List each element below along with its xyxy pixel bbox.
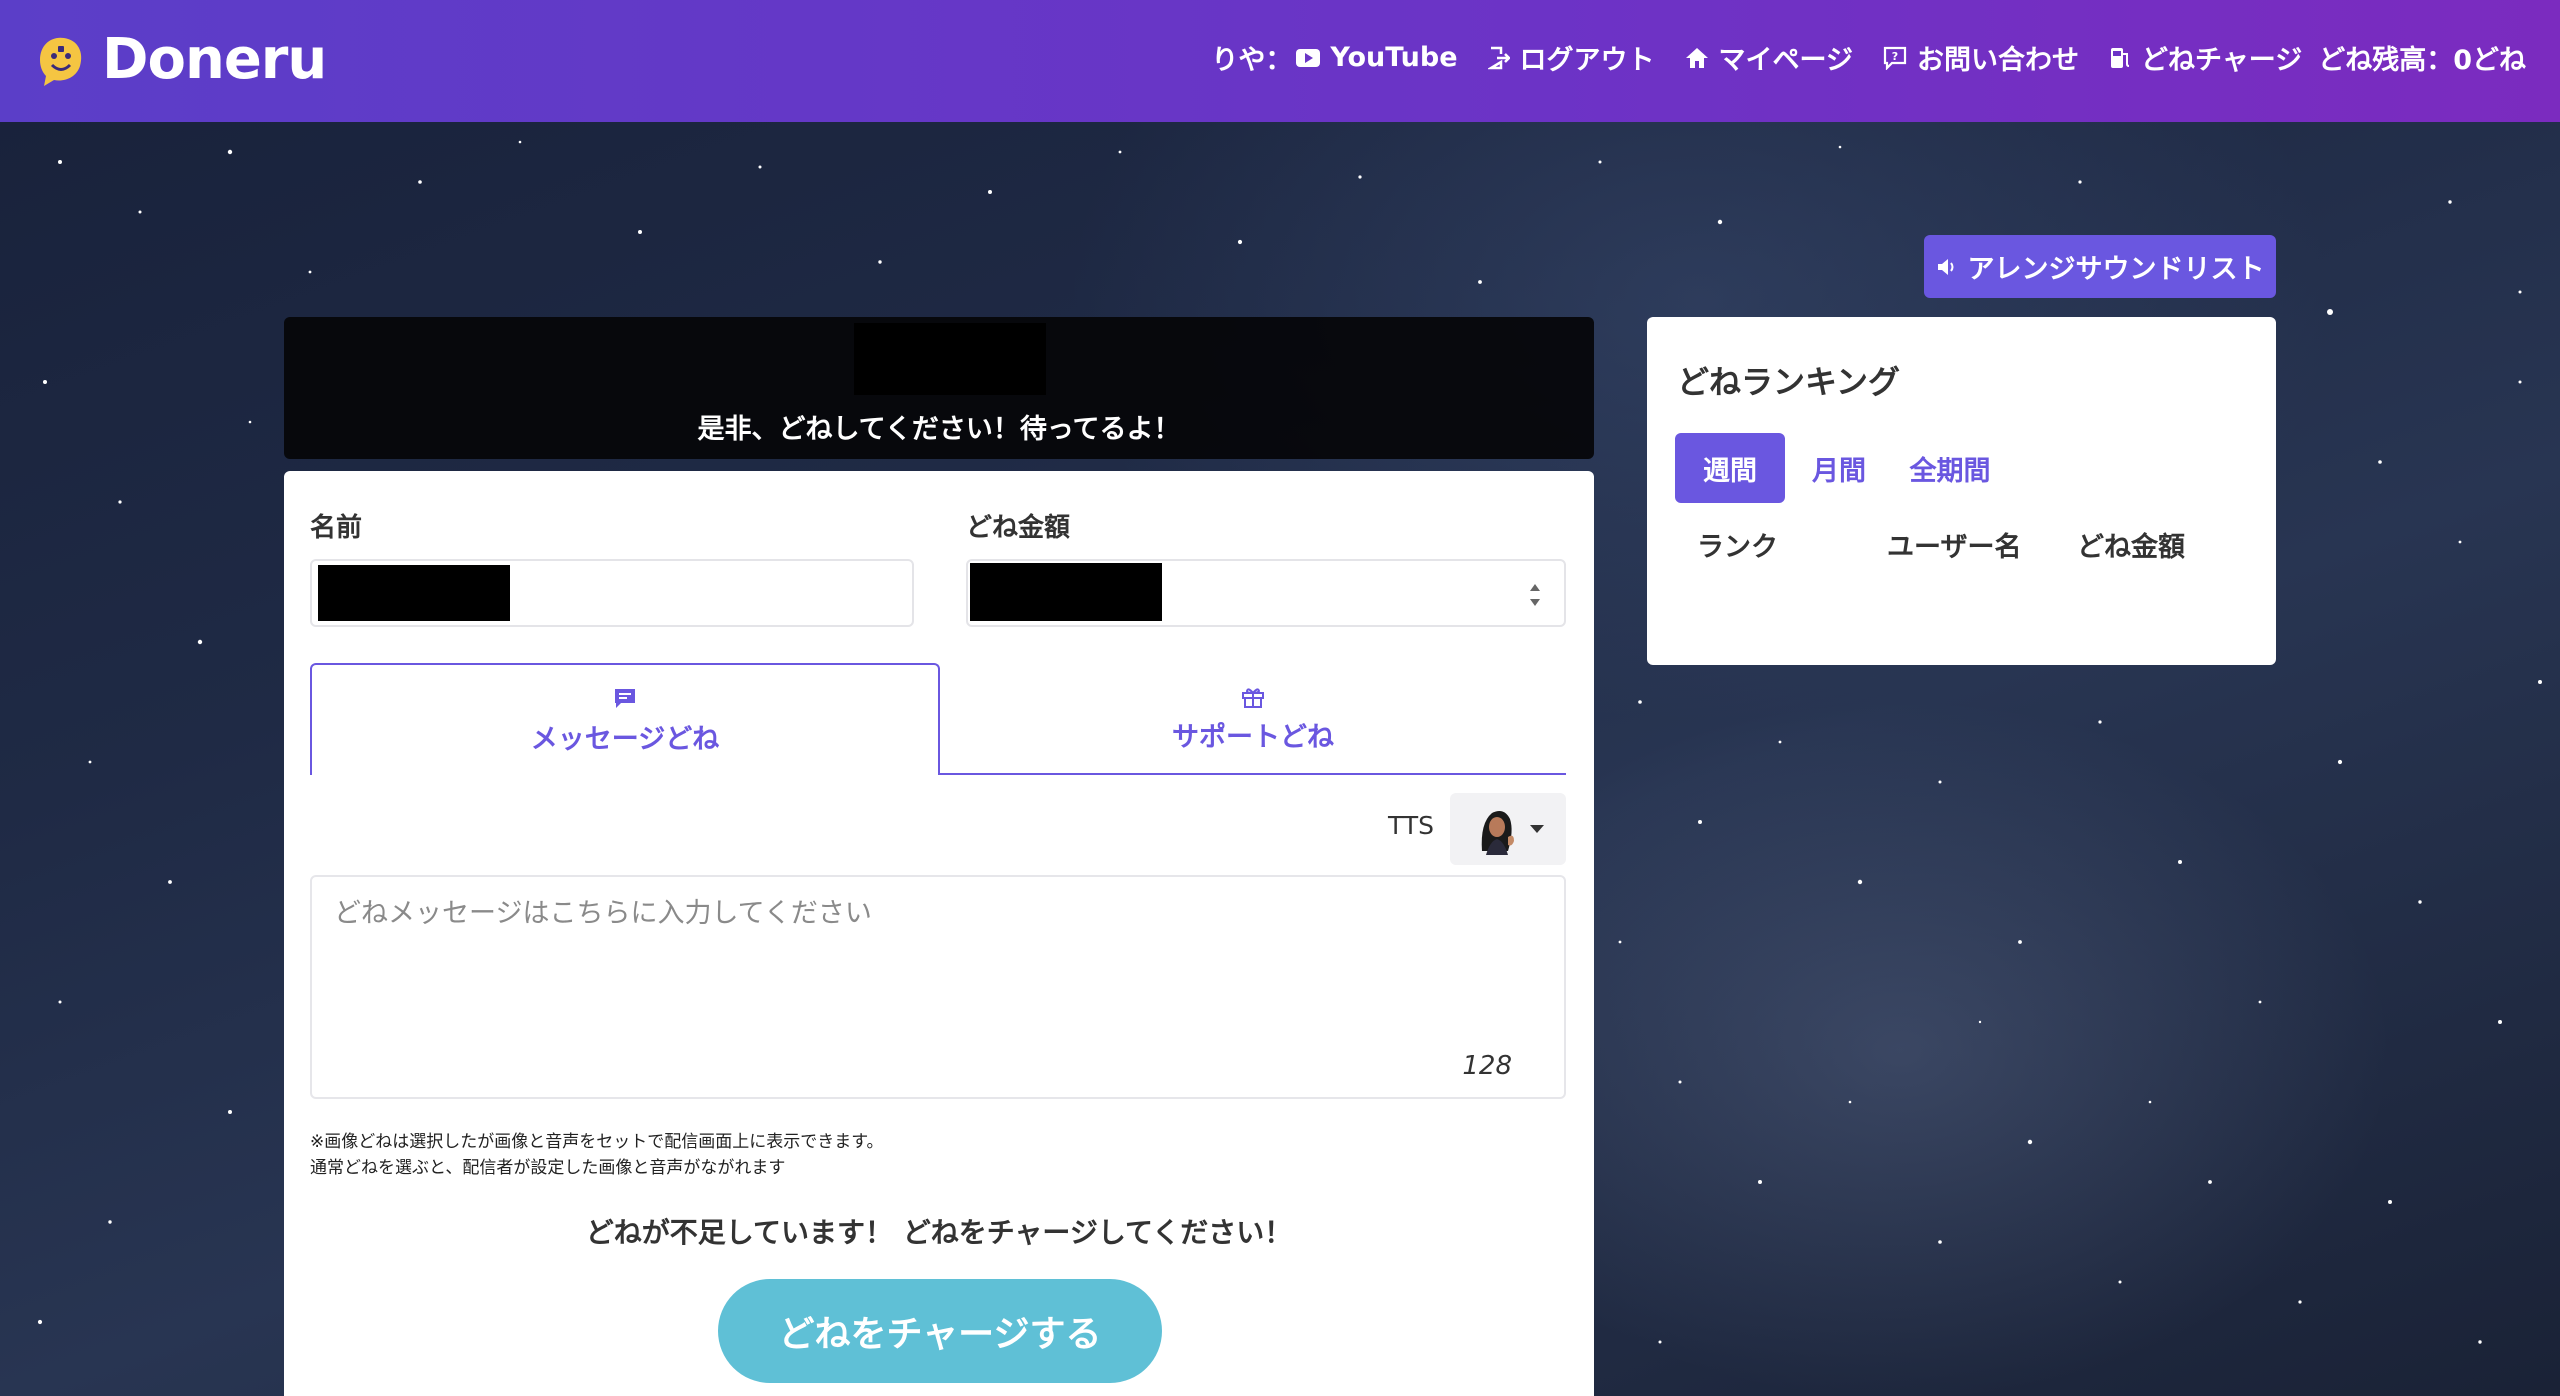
nav-user-prefix-label: りや：	[1211, 45, 1293, 76]
nav-user-prefix: りや：	[1211, 38, 1292, 77]
nav-youtube-label: YouTube	[1330, 42, 1458, 73]
home-icon	[1685, 47, 1708, 68]
speaker-icon	[1937, 258, 1953, 275]
doneru-mascot-icon	[40, 37, 82, 86]
nav-mypage-label: マイページ	[1718, 45, 1853, 76]
streamer-header: 是非、どねしてください！待ってるよ！	[284, 317, 1594, 459]
name-input[interactable]	[310, 559, 914, 627]
ranking-title: どねランキング	[1677, 363, 1901, 401]
nav-charge-label: どねチャージ	[2141, 45, 2303, 76]
tab-support-done-label: サポートどね	[1172, 722, 1334, 753]
top-navbar: Doneru りや： YouTube ログアウト マイページ ? お問い合わせ …	[0, 0, 2560, 122]
name-label: 名前	[310, 513, 363, 543]
redacted-name-value	[318, 565, 510, 621]
tts-label: TTS	[1388, 811, 1434, 840]
message-placeholder: どねメッセージはこちらに入力してください	[334, 898, 872, 929]
charge-done-button[interactable]: どねをチャージする	[718, 1279, 1162, 1383]
nav-balance-label: どね残高：0どね	[2318, 45, 2526, 76]
brand-logo[interactable]: Doneru	[34, 27, 327, 92]
logout-icon	[1487, 46, 1510, 69]
chevron-down-icon	[1530, 825, 1544, 833]
nav-logout-link[interactable]: ログアウト	[1487, 38, 1655, 77]
ranking-column-username: ユーザー名	[1887, 532, 2022, 563]
arrange-sound-list-button[interactable]: アレンジサウンドリスト	[1924, 235, 2276, 298]
streamer-message: 是非、どねしてください！待ってるよ！	[697, 414, 1181, 445]
amount-input[interactable]	[966, 559, 1566, 627]
remaining-char-count: 128	[1462, 1051, 1512, 1081]
svg-text:?: ?	[1892, 50, 1898, 63]
nav-contact-link[interactable]: ? お問い合わせ	[1883, 38, 2079, 77]
tab-support-done[interactable]: サポートどね	[940, 663, 1566, 775]
help-chat-icon: ?	[1883, 46, 1907, 70]
donation-form: 名前 どね金額 メッセージどね サポートどね TTS どねメッセージはこちらに入…	[284, 471, 1594, 1396]
donation-type-tabs: メッセージどね サポートどね	[310, 663, 1566, 775]
tab-message-done-label: メッセージどね	[530, 724, 720, 755]
nav-charge-link[interactable]: どねチャージ	[2109, 38, 2302, 77]
ranking-tab-weekly[interactable]: 週間	[1675, 433, 1785, 503]
image-done-notice: ※画像どねは選択したが画像と音声をセットで配信画面上に表示できます。 通常どねを…	[310, 1129, 884, 1181]
notice-line-1: ※画像どねは選択したが画像と音声をセットで配信画面上に表示できます。	[310, 1132, 884, 1152]
redacted-streamer-name	[854, 323, 1046, 395]
number-stepper-icon[interactable]	[1526, 575, 1544, 615]
amount-label: どね金額	[966, 513, 1071, 543]
redacted-amount-value	[970, 563, 1162, 621]
message-icon	[615, 689, 635, 708]
nav-logout-label: ログアウト	[1519, 45, 1655, 76]
nav-balance: どね残高：0どね	[2318, 38, 2526, 77]
notice-line-2: 通常どねを選ぶと、配信者が設定した画像と音声がながれます	[310, 1158, 786, 1178]
tab-message-done[interactable]: メッセージどね	[310, 663, 940, 775]
ranking-tab-all-time[interactable]: 全期間	[1893, 433, 2007, 503]
nav-youtube-link[interactable]: YouTube	[1296, 42, 1458, 73]
nav-mypage-link[interactable]: マイページ	[1685, 38, 1853, 77]
tts-voice-select[interactable]	[1450, 793, 1566, 865]
ranking-column-rank: ランク	[1697, 532, 1778, 563]
ranking-tab-monthly[interactable]: 月間	[1797, 433, 1881, 503]
brand-name: Doneru	[102, 27, 327, 92]
tts-voice-avatar	[1472, 803, 1522, 855]
fuel-pump-icon	[2111, 47, 2130, 68]
message-textarea[interactable]: どねメッセージはこちらに入力してください 128	[310, 875, 1566, 1099]
arrange-sound-list-label: アレンジサウンドリスト	[1967, 254, 2265, 285]
youtube-icon	[1296, 48, 1321, 67]
insufficient-balance-warning: どねが不足しています！ どねをチャージしてください！	[585, 1216, 1293, 1249]
gift-icon	[1242, 688, 1264, 708]
ranking-column-amount: どね金額	[2077, 532, 2185, 563]
ranking-panel: どねランキング 週間 月間 全期間 ランク ユーザー名 どね金額	[1647, 317, 2276, 665]
nav-contact-label: お問い合わせ	[1917, 45, 2079, 76]
nav-links: りや： YouTube ログアウト マイページ ? お問い合わせ どねチャージ …	[1211, 38, 2526, 77]
